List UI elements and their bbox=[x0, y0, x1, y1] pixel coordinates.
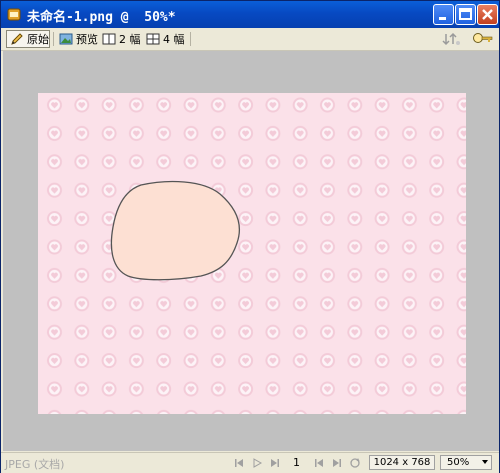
status-format: JPEG (文档) bbox=[5, 458, 65, 471]
image-window: 未命名-1.png @ 50%* 原始 预览 2 幅 4 幅 JPEG (文档)… bbox=[0, 0, 500, 473]
view-toolbar: 原始 预览 2 幅 4 幅 bbox=[1, 28, 499, 51]
loop-icon[interactable] bbox=[349, 457, 361, 469]
two-pane-icon bbox=[102, 33, 116, 45]
minimize-icon bbox=[439, 17, 446, 20]
toolbar-divider bbox=[190, 32, 191, 46]
maximize-button[interactable] bbox=[455, 4, 476, 25]
toolbar-divider bbox=[53, 32, 54, 46]
heart-circle-pattern bbox=[38, 93, 466, 414]
tab-original[interactable]: 原始 bbox=[6, 30, 50, 48]
close-icon bbox=[482, 9, 493, 20]
tab-4up[interactable]: 4 幅 bbox=[143, 30, 187, 48]
minimize-button[interactable] bbox=[433, 4, 454, 25]
last-frame-icon[interactable] bbox=[269, 457, 281, 469]
zoom-value: 50% bbox=[447, 457, 470, 468]
image-icon bbox=[59, 33, 73, 45]
first-frame-icon[interactable] bbox=[233, 457, 245, 469]
image-dimensions: 1024 x 768 bbox=[369, 455, 435, 470]
chevron-down-icon bbox=[482, 460, 488, 464]
app-icon bbox=[7, 8, 21, 21]
tab-4up-label: 4 幅 bbox=[163, 33, 185, 46]
tab-2up-label: 2 幅 bbox=[119, 33, 141, 46]
window-title: 未命名-1.png @ 50%* bbox=[27, 10, 176, 25]
pencil-icon bbox=[11, 33, 23, 45]
page-number: 1 bbox=[293, 456, 300, 469]
prev-frame-icon[interactable] bbox=[313, 457, 325, 469]
play-icon[interactable] bbox=[251, 457, 263, 469]
magnifier-key-icon[interactable] bbox=[472, 31, 494, 47]
tab-preview[interactable]: 预览 bbox=[56, 30, 98, 48]
maximize-icon bbox=[459, 8, 472, 20]
close-button[interactable] bbox=[477, 4, 498, 25]
canvas-area[interactable] bbox=[3, 51, 499, 451]
four-pane-icon bbox=[146, 33, 160, 45]
tab-preview-label: 预览 bbox=[76, 33, 98, 46]
title-bar[interactable]: 未命名-1.png @ 50%* bbox=[1, 1, 499, 28]
next-frame-icon[interactable] bbox=[331, 457, 343, 469]
rounded-shape[interactable] bbox=[110, 180, 241, 281]
tab-2up[interactable]: 2 幅 bbox=[99, 30, 141, 48]
quick-export-icon[interactable] bbox=[442, 31, 462, 47]
canvas-drawing bbox=[38, 93, 466, 414]
zoom-select[interactable]: 50% bbox=[440, 455, 492, 470]
status-bar: JPEG (文档) 1 1024 x 768 50% bbox=[1, 452, 499, 473]
tab-original-label: 原始 bbox=[27, 33, 49, 46]
document-canvas[interactable] bbox=[38, 93, 466, 414]
